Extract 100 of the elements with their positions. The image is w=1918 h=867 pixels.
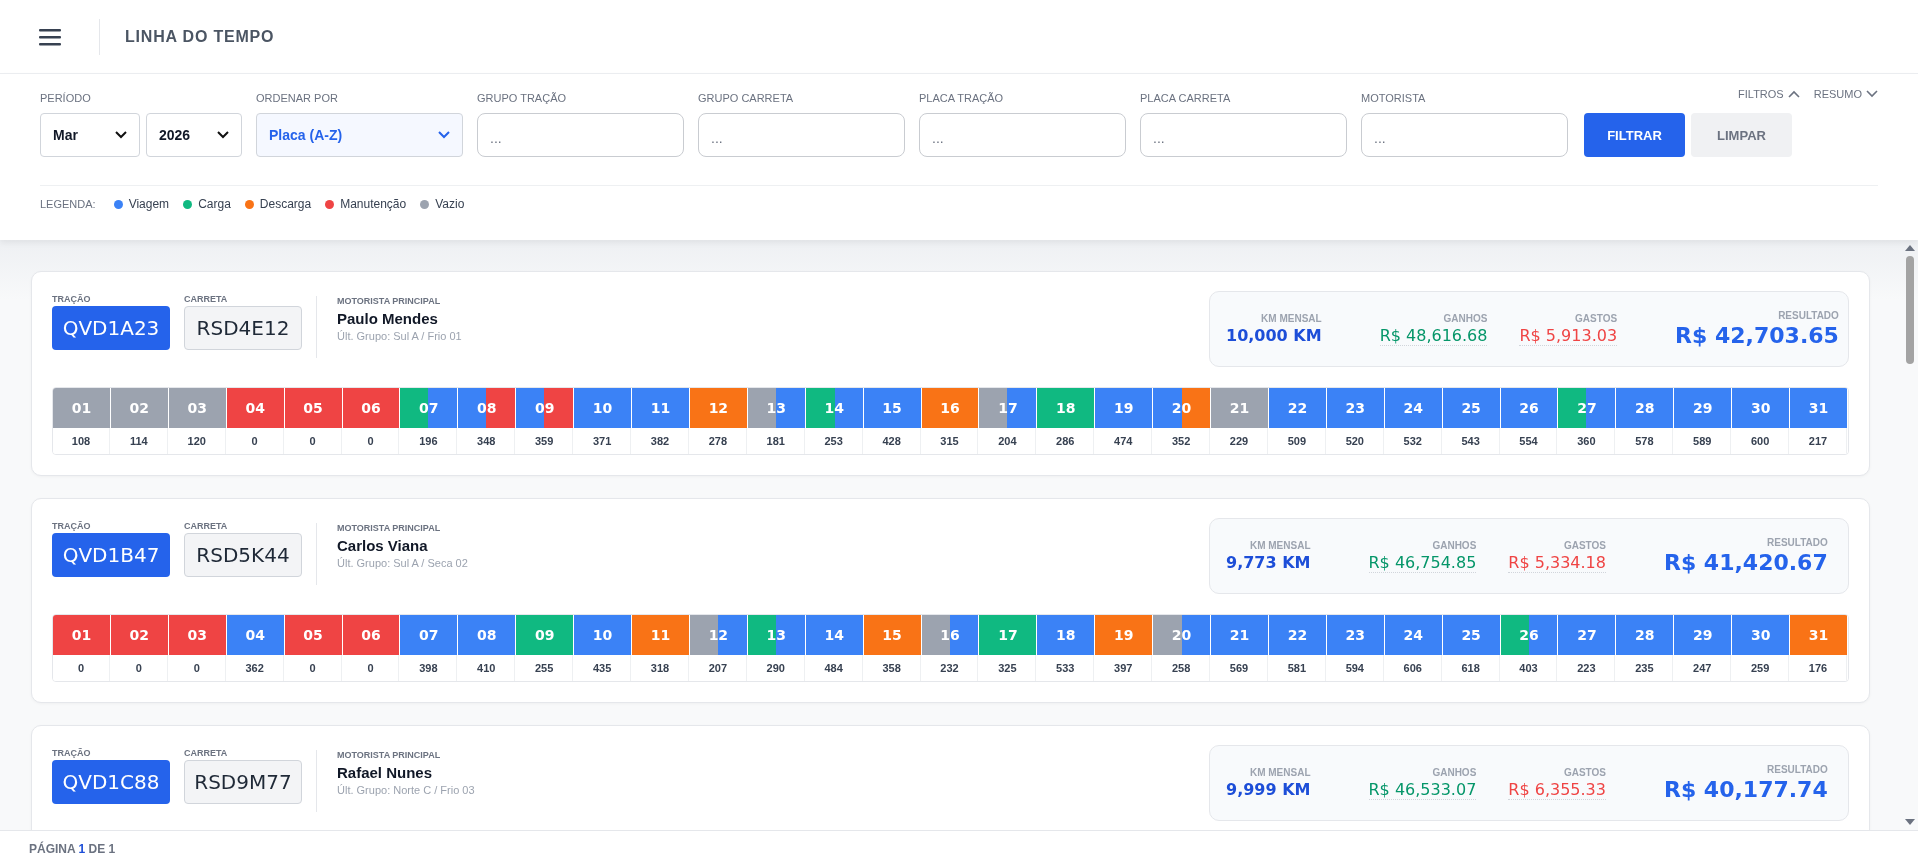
day-cell[interactable]: 28 — [1616, 615, 1674, 655]
day-cell[interactable]: 30 — [1732, 615, 1790, 655]
toggle-button[interactable]: FILTROS — [1738, 88, 1800, 100]
day-cell[interactable]: 04 — [226, 615, 284, 655]
trailer-plate: RSD5K44 — [184, 533, 302, 577]
km-cell: 108 — [53, 428, 110, 454]
legend-text: Vazio — [435, 197, 465, 211]
day-cell[interactable]: 21 — [1211, 388, 1268, 428]
day-cell[interactable]: 04 — [226, 388, 284, 428]
day-cell[interactable]: 17 — [979, 388, 1037, 428]
field-label: GRUPO TRAÇÃO — [477, 92, 568, 105]
day-cell[interactable]: 06 — [342, 388, 400, 428]
day-cell[interactable]: 05 — [284, 388, 342, 428]
day-cell[interactable]: 20 — [1153, 615, 1211, 655]
day-cell[interactable]: 13 — [747, 388, 805, 428]
truck-plate: QVD1C88 — [52, 760, 170, 804]
legend-label: LEGENDA: — [40, 198, 96, 210]
gain-value: R$ 46,533.07 — [1368, 779, 1477, 800]
day-cell[interactable]: 11 — [632, 615, 689, 655]
day-cell[interactable]: 25 — [1442, 388, 1500, 428]
plate-label: TRAÇÃO — [52, 294, 92, 304]
day-cell[interactable]: 12 — [689, 388, 747, 428]
scroll-up-icon[interactable] — [1905, 244, 1915, 252]
day-cell[interactable]: 11 — [632, 388, 689, 428]
day-cell[interactable]: 02 — [110, 388, 168, 428]
plate-label: CARRETA — [184, 748, 229, 758]
day-cell[interactable]: 19 — [1095, 388, 1153, 428]
text-field[interactable]: ... — [698, 113, 905, 157]
text-field[interactable]: ... — [1140, 113, 1347, 157]
text-field[interactable]: ... — [919, 113, 1126, 157]
day-cell[interactable]: 30 — [1732, 388, 1790, 428]
chevron-down-icon — [438, 131, 450, 139]
menu-icon[interactable] — [39, 27, 61, 46]
day-cell[interactable]: 02 — [110, 615, 168, 655]
day-cell[interactable]: 19 — [1095, 615, 1153, 655]
driver-name: Carlos Viana — [337, 537, 429, 554]
day-cell[interactable]: 17 — [979, 615, 1037, 655]
day-cell[interactable]: 08 — [458, 615, 516, 655]
day-cell[interactable]: 07 — [400, 615, 458, 655]
day-cell[interactable]: 10 — [574, 615, 632, 655]
clear-button[interactable]: LIMPAR — [1691, 113, 1792, 157]
day-cell[interactable]: 31 — [1790, 388, 1847, 428]
day-cell[interactable]: 01 — [53, 615, 110, 655]
driver-label: MOTORISTA PRINCIPAL — [337, 296, 442, 306]
day-cell[interactable]: 29 — [1674, 388, 1732, 428]
day-cell[interactable]: 18 — [1037, 388, 1095, 428]
day-cell[interactable]: 16 — [921, 615, 979, 655]
truck-plate: QVD1A23 — [52, 306, 170, 350]
cost-label: GASTOS — [1563, 539, 1606, 551]
day-cell[interactable]: 28 — [1616, 388, 1674, 428]
pagination-text: PÁGINA 1 DE 1 — [29, 842, 116, 856]
km-value: 9,999 KM — [1226, 780, 1311, 799]
day-cell[interactable]: 27 — [1558, 615, 1616, 655]
text-field[interactable]: ... — [477, 113, 684, 157]
day-cell[interactable]: 24 — [1384, 615, 1442, 655]
day-cell[interactable]: 20 — [1153, 388, 1211, 428]
day-cell[interactable]: 14 — [805, 615, 863, 655]
day-cell[interactable]: 09 — [516, 615, 574, 655]
year-select[interactable]: 2026 — [146, 113, 242, 157]
day-cell[interactable]: 23 — [1326, 388, 1384, 428]
day-cell[interactable]: 05 — [284, 615, 342, 655]
km-value: 9,773 KM — [1226, 553, 1311, 572]
day-cell[interactable]: 12 — [689, 615, 747, 655]
day-cell[interactable]: 16 — [921, 388, 979, 428]
day-cell[interactable]: 06 — [342, 615, 400, 655]
scroll-down-icon[interactable] — [1905, 818, 1915, 826]
plate-label: CARRETA — [184, 294, 229, 304]
day-cell[interactable]: 03 — [168, 388, 226, 428]
day-cell[interactable]: 14 — [805, 388, 863, 428]
day-cell[interactable]: 25 — [1442, 615, 1500, 655]
day-cell[interactable]: 22 — [1268, 388, 1326, 428]
field-label: GRUPO CARRETA — [698, 92, 795, 105]
day-cell[interactable]: 31 — [1790, 615, 1847, 655]
text-field[interactable]: ... — [1361, 113, 1568, 157]
chevron-icon — [1787, 90, 1800, 98]
day-cell[interactable]: 15 — [863, 615, 921, 655]
month-select[interactable]: Mar — [40, 113, 140, 157]
driver-name: Rafael Nunes — [337, 764, 434, 781]
day-cell[interactable]: 03 — [168, 615, 226, 655]
order-select[interactable]: Placa (A-Z) — [256, 113, 463, 157]
day-cell[interactable]: 10 — [574, 388, 632, 428]
day-cell[interactable]: 24 — [1384, 388, 1442, 428]
filter-button[interactable]: FILTRAR — [1584, 113, 1685, 157]
day-cell[interactable]: 26 — [1500, 388, 1558, 428]
day-cell[interactable]: 23 — [1326, 615, 1384, 655]
day-cell[interactable]: 22 — [1268, 615, 1326, 655]
day-cell[interactable]: 26 — [1500, 615, 1558, 655]
km-cell: 0 — [53, 655, 110, 681]
day-cell[interactable]: 21 — [1211, 615, 1268, 655]
day-cell[interactable]: 15 — [863, 388, 921, 428]
cost-value: R$ 5,913.03 — [1519, 325, 1618, 346]
day-cell[interactable]: 29 — [1674, 615, 1732, 655]
toggle-button[interactable]: RESUMO — [1813, 88, 1878, 100]
field-label: MOTORISTA — [1361, 92, 1427, 105]
driver-label: MOTORISTA PRINCIPAL — [337, 523, 442, 533]
scrollbar-thumb[interactable] — [1906, 256, 1914, 364]
day-cell[interactable]: 18 — [1037, 615, 1095, 655]
field-label: PERÍODO — [40, 92, 92, 105]
legend-text: Viagem — [128, 197, 170, 211]
day-cell[interactable]: 01 — [53, 388, 110, 428]
